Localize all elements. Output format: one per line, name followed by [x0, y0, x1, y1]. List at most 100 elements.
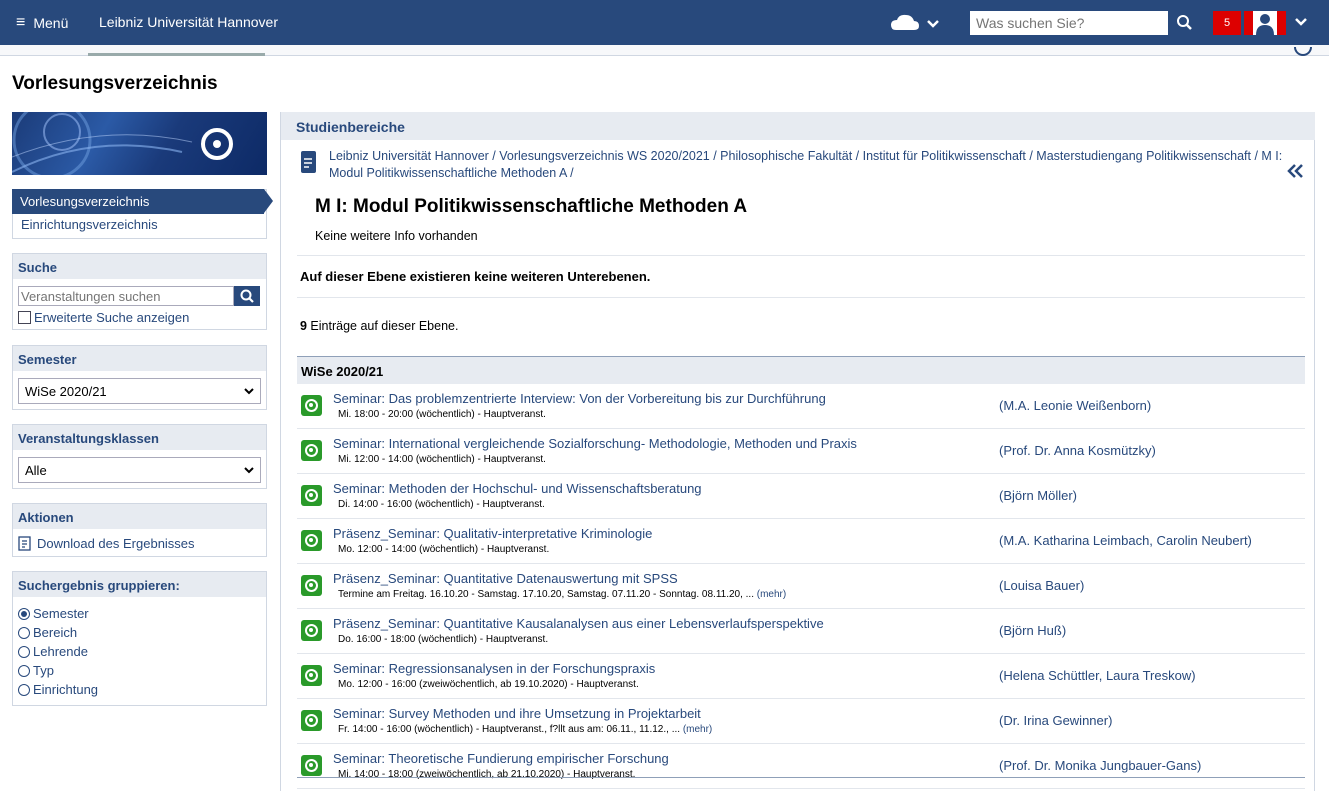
course-class-select-value: Alle — [25, 463, 47, 478]
sidebar-item-vorlesungsverzeichnis[interactable]: Vorlesungsverzeichnis — [12, 189, 264, 214]
menu-label: Menü — [33, 15, 69, 31]
course-icon — [301, 755, 322, 776]
course-time-text: Di. 14:00 - 16:00 (wöchentlich) - Hauptv… — [338, 499, 545, 510]
lecturer-link[interactable]: (Helena Schüttler, Laura Treskow) — [999, 668, 1196, 683]
semester-select[interactable]: WiSe 2020/21 — [18, 378, 261, 404]
radio-button[interactable] — [18, 645, 30, 658]
chevron-down-icon — [244, 388, 254, 395]
more-link[interactable]: (mehr) — [683, 724, 712, 735]
breadcrumb[interactable]: Leibniz Universität Hannover / Vorlesung… — [329, 148, 1299, 182]
download-results-link[interactable]: Download des Ergebnisses — [18, 536, 195, 551]
module-title: M I: Modul Politikwissenschaftliche Meth… — [315, 196, 748, 217]
course-list: Seminar: Das problemzentrierte Interview… — [297, 384, 1305, 789]
radio-typ[interactable]: Typ — [18, 661, 98, 680]
semester-widget-title: Semester — [13, 346, 266, 371]
lecturer-link[interactable]: (M.A. Leonie Weißenborn) — [999, 398, 1151, 413]
course-icon — [301, 575, 322, 596]
course-time-text: Mi. 12:00 - 14:00 (wöchentlich) - Hauptv… — [338, 454, 546, 465]
sidebar-banner-image — [12, 112, 267, 175]
course-icon — [301, 395, 322, 416]
course-link[interactable]: Seminar: Das problemzentrierte Interview… — [333, 391, 826, 406]
radio-button[interactable] — [18, 664, 30, 677]
course-time: Mo. 12:00 - 14:00 (wöchentlich) - Hauptv… — [338, 544, 549, 555]
menu-button[interactable]: ≡ Menü — [16, 14, 68, 32]
search-icon — [240, 289, 254, 303]
lecturer-link[interactable]: (Prof. Dr. Anna Kosmützky) — [999, 443, 1156, 458]
collapse-sidebar-icon[interactable] — [1287, 164, 1305, 178]
notification-badge[interactable]: 5 — [1213, 11, 1241, 35]
advanced-search-checkbox[interactable]: Erweiterte Suche anzeigen — [18, 310, 189, 325]
actions-widget: Aktionen Download des Ergebnisses — [12, 503, 267, 557]
course-link[interactable]: Seminar: Survey Methoden und ihre Umsetz… — [333, 706, 701, 721]
chevron-down-icon[interactable] — [1293, 14, 1309, 30]
radio-label: Typ — [33, 663, 54, 678]
list-item: Seminar: Theoretische Fundierung empiris… — [297, 744, 1305, 789]
active-arrow — [264, 189, 273, 213]
radio-bereich[interactable]: Bereich — [18, 623, 98, 642]
lecturer-link[interactable]: (Dr. Irina Gewinner) — [999, 713, 1112, 728]
radio-button[interactable] — [18, 626, 30, 639]
radio-semester[interactable]: Semester — [18, 604, 98, 623]
brand-link[interactable]: Leibniz Universität Hannover — [99, 14, 278, 30]
course-link[interactable]: Präsenz_Seminar: Quantitative Datenauswe… — [333, 571, 678, 586]
course-link[interactable]: Seminar: Regressionsanalysen in der Fors… — [333, 661, 655, 676]
course-time: Do. 16:00 - 18:00 (wöchentlich) - Hauptv… — [338, 634, 548, 645]
course-link[interactable]: Präsenz_Seminar: Quantitative Kausalanal… — [333, 616, 824, 631]
document-icon — [301, 151, 316, 173]
no-sublevels-text: Auf dieser Ebene existieren keine weiter… — [300, 269, 651, 284]
course-icon — [301, 665, 322, 686]
list-item: Präsenz_Seminar: Qualitativ-interpretati… — [297, 519, 1305, 564]
actions-widget-title: Aktionen — [13, 504, 266, 529]
course-link[interactable]: Präsenz_Seminar: Qualitativ-interpretati… — [333, 526, 652, 541]
course-time: Di. 14:00 - 16:00 (wöchentlich) - Hauptv… — [338, 499, 545, 510]
course-search-input[interactable] — [18, 286, 234, 306]
lecturer-link[interactable]: (M.A. Katharina Leimbach, Carolin Neuber… — [999, 533, 1252, 548]
advanced-search-label: Erweiterte Suche anzeigen — [34, 310, 190, 325]
avatar[interactable] — [1244, 11, 1286, 35]
radio-button[interactable] — [18, 683, 30, 696]
entry-count: 9 Einträge auf dieser Ebene. — [300, 319, 458, 333]
course-time: Mi. 18:00 - 20:00 (wöchentlich) - Hauptv… — [338, 409, 546, 420]
course-time: Mo. 12:00 - 16:00 (zweiwöchentlich, ab 1… — [338, 679, 639, 690]
group-results-widget: Suchergebnis gruppieren: Semester Bereic… — [12, 571, 267, 706]
course-link[interactable]: Seminar: Methoden der Hochschul- und Wis… — [333, 481, 702, 496]
sidebar-item-einrichtungsverzeichnis[interactable]: Einrichtungsverzeichnis — [21, 217, 158, 232]
course-search-button[interactable] — [234, 286, 260, 306]
radio-einrichtung[interactable]: Einrichtung — [18, 680, 98, 699]
user-icon — [1253, 11, 1277, 35]
global-search-input[interactable] — [970, 11, 1168, 35]
lecturer-link[interactable]: (Louisa Bauer) — [999, 578, 1084, 593]
semester-widget: Semester WiSe 2020/21 — [12, 345, 267, 410]
course-icon — [301, 710, 322, 731]
lecturer-link[interactable]: (Prof. Dr. Monika Jungbauer-Gans) — [999, 758, 1201, 773]
lecturer-link[interactable]: (Björn Huß) — [999, 623, 1066, 638]
cloud-menu-button[interactable] — [890, 12, 944, 34]
more-link[interactable]: (mehr) — [757, 589, 786, 600]
course-link[interactable]: Seminar: International vergleichende Soz… — [333, 436, 857, 451]
radio-lehrende[interactable]: Lehrende — [18, 642, 98, 661]
radio-label: Semester — [33, 606, 89, 621]
list-item: Seminar: Survey Methoden und ihre Umsetz… — [297, 699, 1305, 744]
radio-label: Lehrende — [33, 644, 88, 659]
main-content: Studienbereiche Leibniz Universität Hann… — [280, 112, 1315, 791]
lecturer-link[interactable]: (Björn Möller) — [999, 488, 1077, 503]
download-results-label: Download des Ergebnisses — [37, 536, 195, 551]
download-document-icon — [18, 536, 31, 551]
course-class-widget-title: Veranstaltungsklassen — [13, 425, 266, 450]
course-link[interactable]: Seminar: Theoretische Fundierung empiris… — [333, 751, 669, 766]
course-time: Mi. 14:00 - 18:00 (zweiwöchentlich, ab 2… — [338, 769, 635, 780]
course-class-select[interactable]: Alle — [18, 457, 261, 483]
radio-label: Bereich — [33, 625, 78, 640]
radio-button[interactable] — [18, 607, 30, 620]
help-icon[interactable] — [1294, 47, 1312, 56]
list-item: Seminar: International vergleichende Soz… — [297, 429, 1305, 474]
list-item: Seminar: Methoden der Hochschul- und Wis… — [297, 474, 1305, 519]
course-time-text: Mo. 12:00 - 14:00 (wöchentlich) - Hauptv… — [338, 544, 550, 555]
global-search-button[interactable] — [1170, 11, 1200, 35]
active-tab-indicator — [88, 53, 265, 56]
course-time-text: Mi. 14:00 - 18:00 (zweiwöchentlich, ab 2… — [338, 769, 636, 780]
list-item: Präsenz_Seminar: Quantitative Kausalanal… — [297, 609, 1305, 654]
hamburger-icon: ≡ — [16, 14, 26, 31]
checkbox-box[interactable] — [18, 311, 31, 324]
course-time: Fr. 14:00 - 16:00 (wöchentlich) - Hauptv… — [338, 724, 712, 735]
